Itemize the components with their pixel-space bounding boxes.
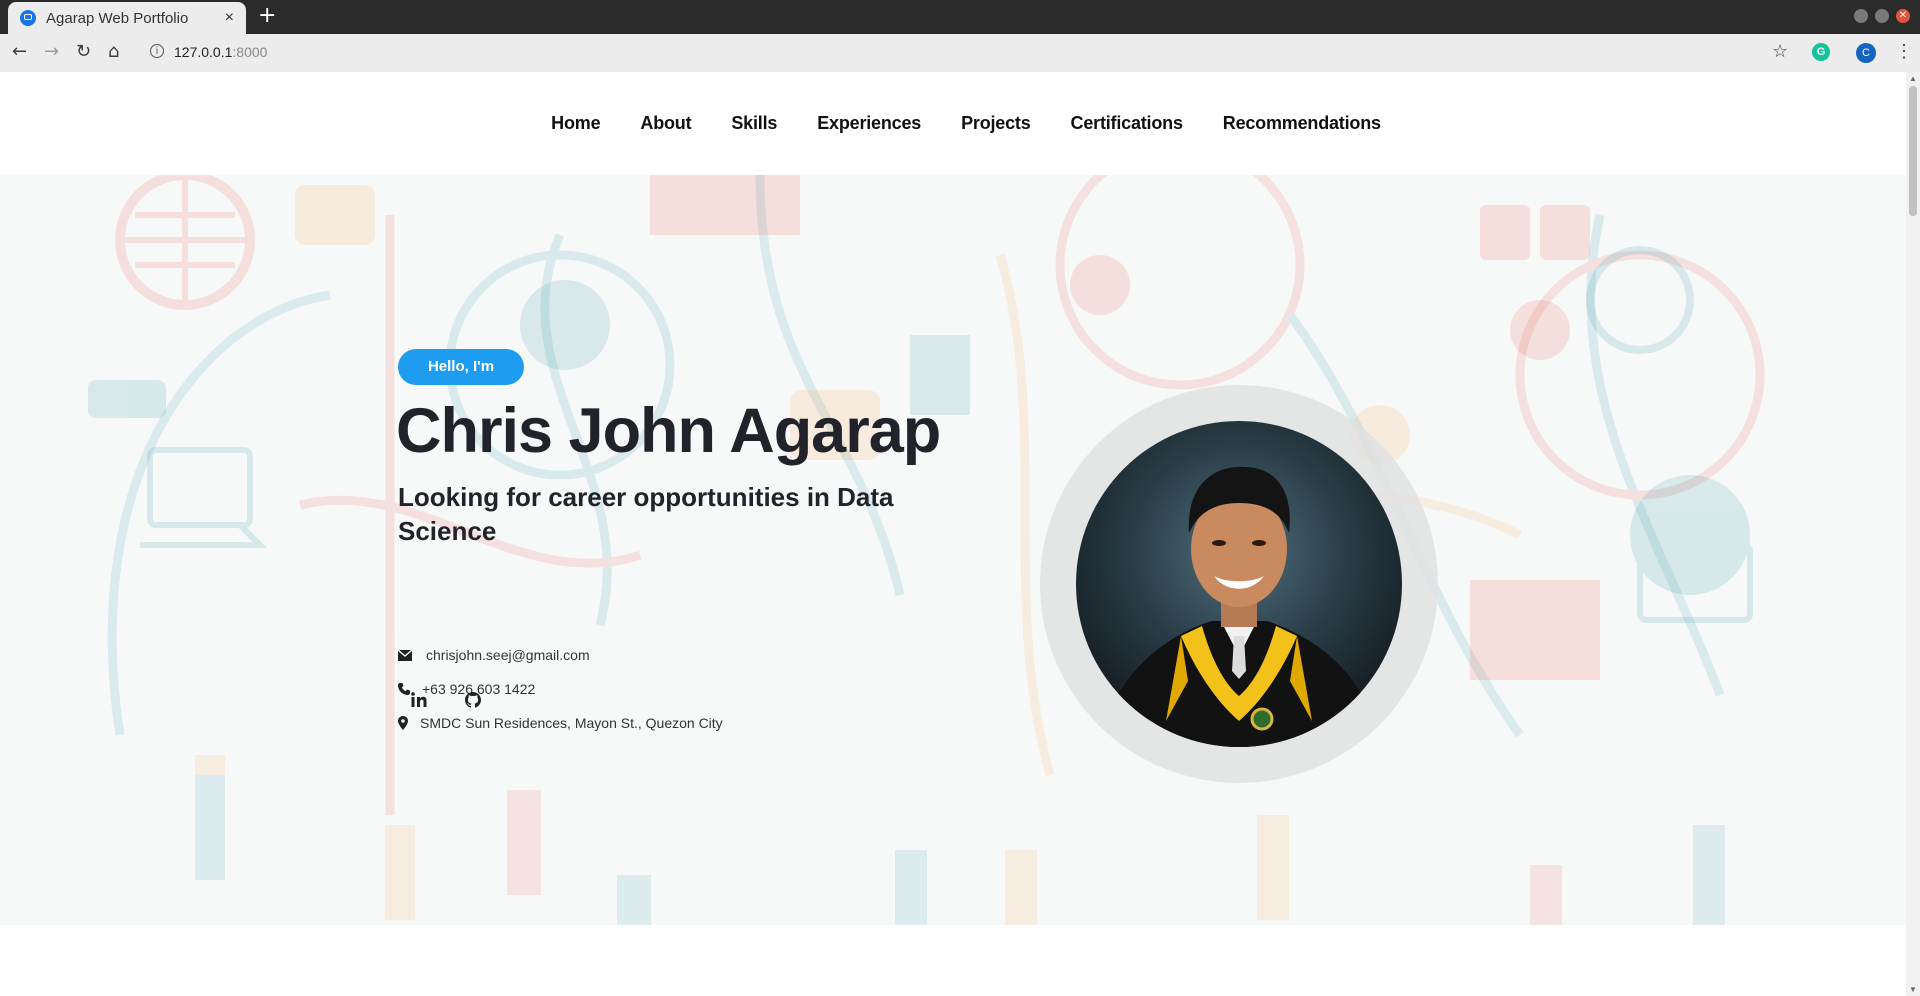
tab-close-icon[interactable]: × — [225, 9, 234, 27]
github-link[interactable] — [458, 687, 488, 717]
site-favicon-icon — [20, 10, 36, 26]
graduation-portrait-image — [1076, 421, 1402, 747]
next-section — [0, 925, 1906, 996]
close-window-button[interactable]: ✕ — [1896, 9, 1910, 23]
browser-tab-strip: Agarap Web Portfolio × + ✕ — [0, 0, 1920, 34]
forward-arrow-icon[interactable]: → — [44, 42, 59, 62]
url-port: :8000 — [232, 44, 268, 60]
page-scrollbar[interactable]: ▲ ▼ — [1906, 72, 1920, 996]
nav-certifications[interactable]: Certifications — [1071, 113, 1183, 134]
minimize-window-button[interactable] — [1854, 9, 1868, 23]
hero-tagline: Looking for career opportunities in Data… — [398, 482, 894, 546]
hero-section: Hello, I'm Chris John Agarap Looking for… — [0, 175, 1906, 925]
github-icon — [465, 691, 481, 713]
home-icon[interactable]: ⌂ — [108, 42, 119, 62]
address-text: SMDC Sun Residences, Mayon St., Quezon C… — [420, 715, 723, 731]
nav-experiences[interactable]: Experiences — [817, 113, 921, 134]
browser-tab[interactable]: Agarap Web Portfolio × — [8, 2, 246, 34]
linkedin-icon — [411, 691, 427, 713]
profile-photo — [1076, 421, 1402, 747]
map-marker-icon — [398, 716, 414, 730]
nav-recommendations[interactable]: Recommendations — [1223, 113, 1381, 134]
site-info-icon[interactable]: i — [150, 44, 164, 58]
background-illustration — [88, 175, 1765, 925]
nav-skills[interactable]: Skills — [731, 113, 777, 134]
url-host: 127.0.0.1 — [174, 44, 233, 60]
new-tab-button[interactable]: + — [258, 3, 276, 28]
contact-email: chrisjohn.seej@gmail.com — [398, 647, 590, 663]
greeting-badge: Hello, I'm — [398, 349, 524, 385]
reload-icon[interactable]: ↻ — [76, 42, 91, 62]
nav-home[interactable]: Home — [551, 113, 600, 134]
profile-avatar[interactable]: C — [1856, 43, 1876, 63]
contact-address: SMDC Sun Residences, Mayon St., Quezon C… — [398, 715, 723, 731]
browser-toolbar: ← → ↻ ⌂ i 127.0.0.1:8000 ☆ G C ⋮ — [0, 34, 1920, 73]
tab-title: Agarap Web Portfolio — [46, 9, 189, 27]
hero-name: Chris John Agarap — [396, 396, 941, 466]
bookmark-star-icon[interactable]: ☆ — [1772, 42, 1788, 62]
address-bar[interactable]: 127.0.0.1:8000 — [174, 44, 267, 60]
browser-menu-icon[interactable]: ⋮ — [1895, 41, 1913, 62]
linkedin-link[interactable] — [404, 687, 434, 717]
email-text[interactable]: chrisjohn.seej@gmail.com — [426, 647, 590, 663]
scroll-up-arrow-icon[interactable]: ▲ — [1909, 74, 1917, 83]
page-viewport: Home About Skills Experiences Projects C… — [0, 72, 1906, 996]
scrollbar-thumb[interactable] — [1909, 86, 1917, 216]
nav-about[interactable]: About — [640, 113, 691, 134]
maximize-window-button[interactable] — [1875, 9, 1889, 23]
envelope-icon — [398, 649, 420, 661]
nav-projects[interactable]: Projects — [961, 113, 1031, 134]
main-navigation: Home About Skills Experiences Projects C… — [0, 72, 1906, 175]
grammarly-extension-icon[interactable]: G — [1812, 43, 1830, 61]
window-controls: ✕ — [1854, 9, 1910, 23]
back-arrow-icon[interactable]: ← — [12, 42, 27, 62]
scroll-down-arrow-icon[interactable]: ▼ — [1909, 985, 1917, 994]
